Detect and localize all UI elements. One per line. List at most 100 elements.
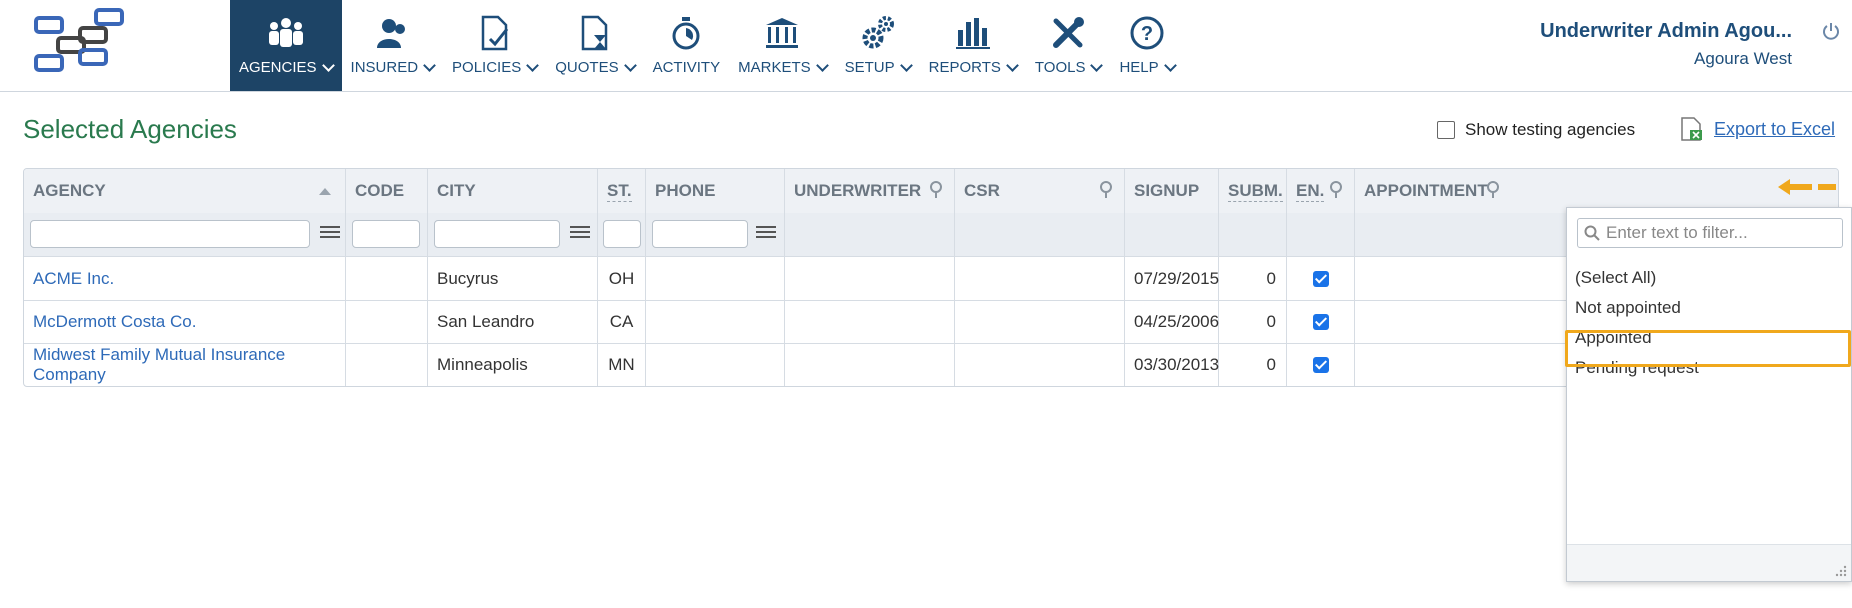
chevron-down-icon <box>1163 59 1177 72</box>
nav-help[interactable]: ? HELP <box>1110 0 1183 91</box>
power-icon[interactable] <box>1822 22 1840 40</box>
nav-insured[interactable]: INSURED <box>342 0 444 91</box>
filter-cell-code <box>346 213 428 256</box>
state-filter-input[interactable] <box>603 220 641 248</box>
filter-cell-signup <box>1125 213 1219 256</box>
nav-activity-label: ACTIVITY <box>652 59 721 76</box>
underwriter-cell <box>785 343 955 386</box>
menu-icon[interactable] <box>320 223 340 243</box>
show-testing-checkbox[interactable] <box>1437 121 1455 139</box>
nav-reports[interactable]: REPORTS <box>920 0 1026 91</box>
nav-agencies[interactable]: AGENCIES <box>230 0 342 91</box>
page-title: Selected Agencies <box>23 114 237 144</box>
csr-cell <box>955 257 1125 300</box>
col-header-phone[interactable]: PHONE <box>646 169 785 213</box>
search-icon <box>1584 225 1600 241</box>
col-header-underwriter[interactable]: UNDERWRITER <box>785 169 955 213</box>
filter-cell-csr <box>955 213 1125 256</box>
underwriter-cell <box>785 257 955 300</box>
col-header-state[interactable]: ST. <box>598 169 646 213</box>
filter-option-not-appointed[interactable]: Not appointed <box>1575 298 1681 318</box>
menu-icon[interactable] <box>570 223 590 243</box>
col-header-agency[interactable]: AGENCY <box>24 169 346 213</box>
highlight-box <box>1565 330 1851 367</box>
agency-link[interactable]: ACME Inc. <box>24 257 346 300</box>
col-header-code[interactable]: CODE <box>346 169 428 213</box>
state-cell: CA <box>598 300 646 343</box>
code-cell <box>346 300 428 343</box>
question-icon: ? <box>1127 13 1167 53</box>
signup-cell: 04/25/2006 <box>1125 300 1219 343</box>
nav-policies[interactable]: POLICIES <box>443 0 546 91</box>
col-signup-label: SIGNUP <box>1134 181 1200 200</box>
filter-icon[interactable] <box>1098 181 1114 199</box>
col-en-label: EN. <box>1296 180 1325 202</box>
subm-cell: 0 <box>1219 300 1287 343</box>
col-header-signup[interactable]: SIGNUP <box>1125 169 1219 213</box>
document-hourglass-icon <box>575 13 615 53</box>
nav-help-label: HELP <box>1119 59 1159 76</box>
col-city-label: CITY <box>437 181 476 200</box>
nav-activity[interactable]: ACTIVITY <box>644 0 730 91</box>
enabled-checkbox[interactable] <box>1313 356 1329 373</box>
main-nav: AGENCIES INSURED POLICIES QUOTES ACTIVIT… <box>230 0 1184 91</box>
agency-link[interactable]: Midwest Family Mutual Insurance Company <box>24 343 346 386</box>
filter-icon[interactable] <box>1328 181 1344 199</box>
en-cell <box>1287 343 1355 386</box>
filter-option-select-all[interactable]: (Select All) <box>1575 268 1656 288</box>
filter-icon[interactable] <box>928 181 944 199</box>
city-filter-input[interactable] <box>434 220 560 248</box>
filter-cell-en <box>1287 213 1355 256</box>
signup-cell: 07/29/2015 <box>1125 257 1219 300</box>
state-cell: MN <box>598 343 646 386</box>
filter-cell-state <box>598 213 646 256</box>
chevron-down-icon <box>1090 59 1104 72</box>
app-logo[interactable] <box>34 8 134 80</box>
col-header-enabled[interactable]: EN. <box>1287 169 1355 213</box>
gears-icon <box>858 13 898 53</box>
menu-icon[interactable] <box>756 223 776 243</box>
code-filter-input[interactable] <box>352 220 420 248</box>
city-cell: Bucyrus <box>428 257 598 300</box>
csr-cell <box>955 343 1125 386</box>
phone-filter-input[interactable] <box>652 220 748 248</box>
enabled-checkbox[interactable] <box>1313 313 1329 330</box>
filter-icon[interactable] <box>1485 181 1501 199</box>
user-info[interactable]: Underwriter Admin Agou... Agoura West <box>1540 20 1792 69</box>
top-navigation-bar: AGENCIES INSURED POLICIES QUOTES ACTIVIT… <box>0 0 1852 92</box>
code-cell <box>346 343 428 386</box>
bar-chart-icon <box>953 13 993 53</box>
nav-tools[interactable]: TOOLS <box>1026 0 1111 91</box>
agency-link[interactable]: McDermott Costa Co. <box>24 300 346 343</box>
col-code-label: CODE <box>355 181 405 200</box>
user-name[interactable]: Underwriter Admin Agou... <box>1540 20 1792 43</box>
nav-setup[interactable]: SETUP <box>836 0 920 91</box>
export-to-excel-link[interactable]: Export to Excel <box>1680 116 1835 142</box>
show-testing-toggle[interactable]: Show testing agencies <box>1437 120 1635 140</box>
sort-ascending-icon <box>319 188 331 195</box>
subm-cell: 0 <box>1219 257 1287 300</box>
col-header-csr[interactable]: CSR <box>955 169 1125 213</box>
nav-policies-label: POLICIES <box>452 59 522 76</box>
nav-quotes-label: QUOTES <box>555 59 619 76</box>
nav-quotes[interactable]: QUOTES <box>546 0 643 91</box>
resize-handle-icon[interactable] <box>1833 563 1847 577</box>
nav-insured-label: INSURED <box>350 59 419 76</box>
filter-cell-city <box>428 213 598 256</box>
nav-markets[interactable]: MARKETS <box>729 0 836 91</box>
signup-cell: 03/30/2013 <box>1125 343 1219 386</box>
enabled-checkbox[interactable] <box>1313 270 1329 287</box>
col-appointment-label: APPOINTMENT <box>1364 181 1488 200</box>
arrow-left-icon <box>1778 179 1836 195</box>
popup-filter-input[interactable]: Enter text to filter... <box>1577 218 1843 248</box>
people-icon <box>266 13 306 53</box>
csr-cell <box>955 300 1125 343</box>
col-header-submissions[interactable]: SUBM. <box>1219 169 1287 213</box>
col-header-city[interactable]: CITY <box>428 169 598 213</box>
nav-markets-label: MARKETS <box>738 59 811 76</box>
subm-cell: 0 <box>1219 343 1287 386</box>
chevron-down-icon <box>321 59 335 72</box>
show-testing-label: Show testing agencies <box>1465 120 1636 139</box>
agency-filter-input[interactable] <box>30 220 310 248</box>
filter-cell-underwriter <box>785 213 955 256</box>
